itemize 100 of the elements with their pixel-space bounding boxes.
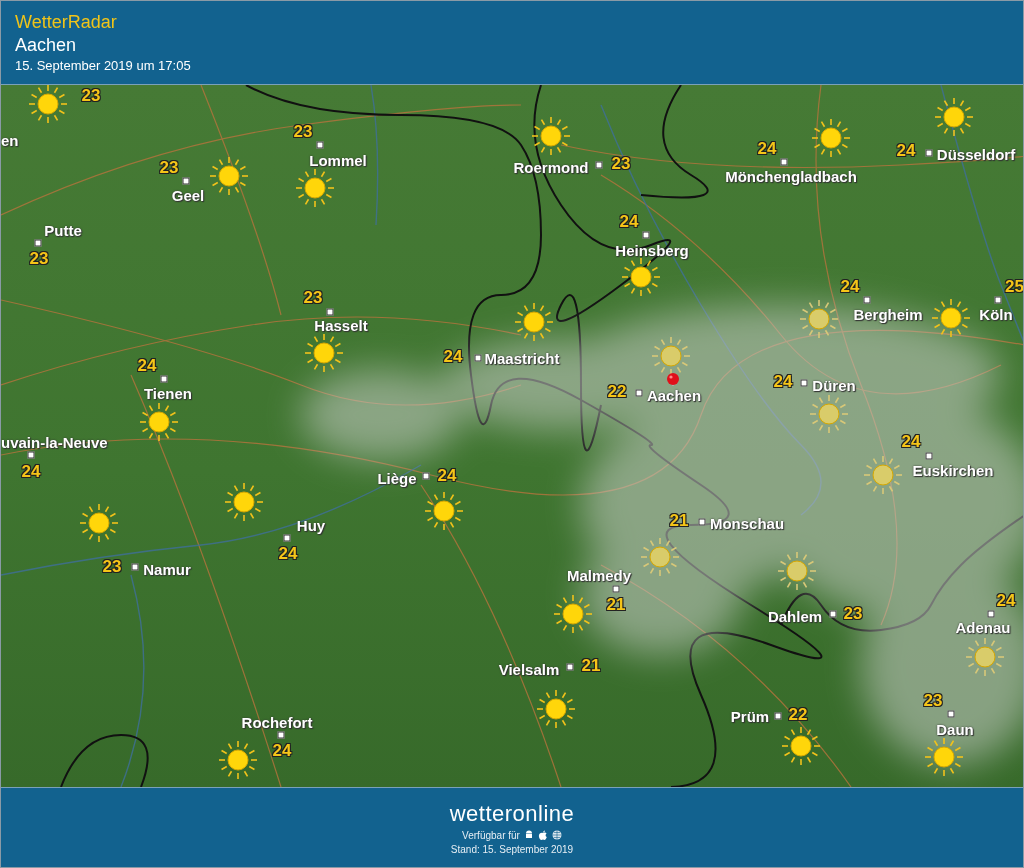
city-name: Rochefort: [241, 714, 313, 730]
sun-icon: [536, 689, 576, 729]
weather-map-drawing[interactable]: [1, 85, 1023, 787]
sun-icon: [934, 97, 974, 137]
temperature: 24: [773, 372, 793, 390]
city-marker-icon: [566, 663, 574, 671]
city-marker-icon: [642, 231, 650, 239]
city-marker-icon: [326, 308, 334, 316]
city-marker-icon: [131, 563, 139, 571]
city-marker-icon: [474, 354, 482, 362]
city-marker-icon: [160, 375, 168, 383]
sun-icon: [863, 455, 903, 495]
city-name: Hasselt: [314, 317, 368, 333]
temperature: 22: [788, 705, 808, 723]
city-name: Huy: [296, 517, 326, 533]
sun-icon: [224, 482, 264, 522]
city-marker-icon: [800, 379, 808, 387]
sun-icon: [553, 594, 593, 634]
city-marker-icon: [316, 141, 324, 149]
city-marker-icon: [863, 296, 871, 304]
city-name: Tienen: [143, 385, 193, 401]
temperature: 24: [840, 277, 860, 295]
city-name: Heinsberg: [615, 242, 689, 258]
sun-icon: [799, 299, 839, 339]
city-marker-icon: [283, 534, 291, 542]
temperature: 22: [607, 382, 627, 400]
temperature: 24: [278, 544, 298, 562]
city-name: Düren: [812, 377, 856, 393]
city-name: Vielsalm: [498, 661, 560, 677]
city-name: Monschau: [709, 515, 785, 531]
city-name: Liège: [377, 470, 417, 486]
city-name: Daun: [936, 721, 974, 737]
location-name: Aachen: [15, 35, 78, 56]
city-name: Maastricht: [484, 350, 560, 366]
city-name: Namur: [143, 561, 191, 577]
city-marker-icon: [182, 177, 190, 185]
sun-icon: [218, 740, 258, 780]
globe-icon[interactable]: [551, 830, 562, 840]
timestamp: 15. September 2019 um 17:05: [15, 58, 192, 73]
sun-icon: [931, 298, 971, 338]
sun-icon: [924, 737, 964, 777]
temperature: 25: [1005, 277, 1023, 295]
temperature: 24: [996, 591, 1016, 609]
status-text: Stand: 15. September 2019: [450, 843, 574, 855]
temperature: 23: [293, 122, 313, 140]
city-marker-icon: [774, 712, 782, 720]
city-name: en: [1, 132, 19, 148]
city-marker-icon: [780, 158, 788, 166]
temperature: 24: [21, 462, 41, 480]
app-title: WetterRadar: [15, 12, 118, 33]
city-name: Roermond: [513, 159, 589, 175]
temperature: 24: [437, 466, 457, 484]
sun-icon: [651, 336, 691, 376]
city-name: Prüm: [730, 708, 770, 724]
sun-icon: [809, 394, 849, 434]
brand-logo[interactable]: wetteronline: [449, 800, 575, 827]
city-name: Düsseldorf: [936, 146, 1016, 162]
temperature: 23: [843, 604, 863, 622]
city-name: Geel: [171, 187, 205, 203]
city-marker-icon: [635, 389, 643, 397]
city-marker-icon: [34, 239, 42, 247]
temperature: 23: [303, 288, 323, 306]
city-marker-icon: [698, 518, 706, 526]
temperature: 23: [102, 557, 122, 575]
city-name: Euskirchen: [912, 462, 994, 478]
sun-icon: [621, 257, 661, 297]
temperature: 21: [669, 511, 689, 529]
sun-icon: [295, 168, 335, 208]
sun-icon: [965, 637, 1005, 677]
city-name: uvain-la-Neuve: [1, 434, 108, 450]
temperature: 23: [81, 86, 101, 104]
sun-icon: [304, 333, 344, 373]
temperature: 24: [896, 141, 916, 159]
temperature: 24: [272, 741, 292, 759]
sun-icon: [781, 726, 821, 766]
android-icon[interactable]: [523, 830, 534, 840]
sun-icon: [514, 302, 554, 342]
sun-icon: [28, 85, 68, 124]
temperature: 24: [901, 432, 921, 450]
city-name: Mönchengladbach: [725, 168, 857, 184]
city-name: Lommel: [309, 152, 367, 168]
apple-icon[interactable]: [537, 830, 548, 840]
map-pin-icon: [666, 372, 680, 386]
temperature: 23: [159, 158, 179, 176]
sun-icon: [640, 537, 680, 577]
temperature: 23: [29, 249, 49, 267]
city-marker-icon: [27, 451, 35, 459]
sun-icon: [79, 503, 119, 543]
availability-text: Verfügbar für: [462, 829, 520, 841]
city-marker-icon: [595, 161, 603, 169]
temperature: 24: [137, 356, 157, 374]
sun-icon: [811, 118, 851, 158]
city-marker-icon: [994, 296, 1002, 304]
city-name: Bergheim: [853, 306, 923, 322]
temperature: 24: [757, 139, 777, 157]
city-marker-icon: [925, 149, 933, 157]
city-marker-icon: [829, 610, 837, 618]
temperature: 24: [443, 347, 463, 365]
city-marker-icon: [925, 452, 933, 460]
city-name: Putte: [44, 222, 82, 238]
